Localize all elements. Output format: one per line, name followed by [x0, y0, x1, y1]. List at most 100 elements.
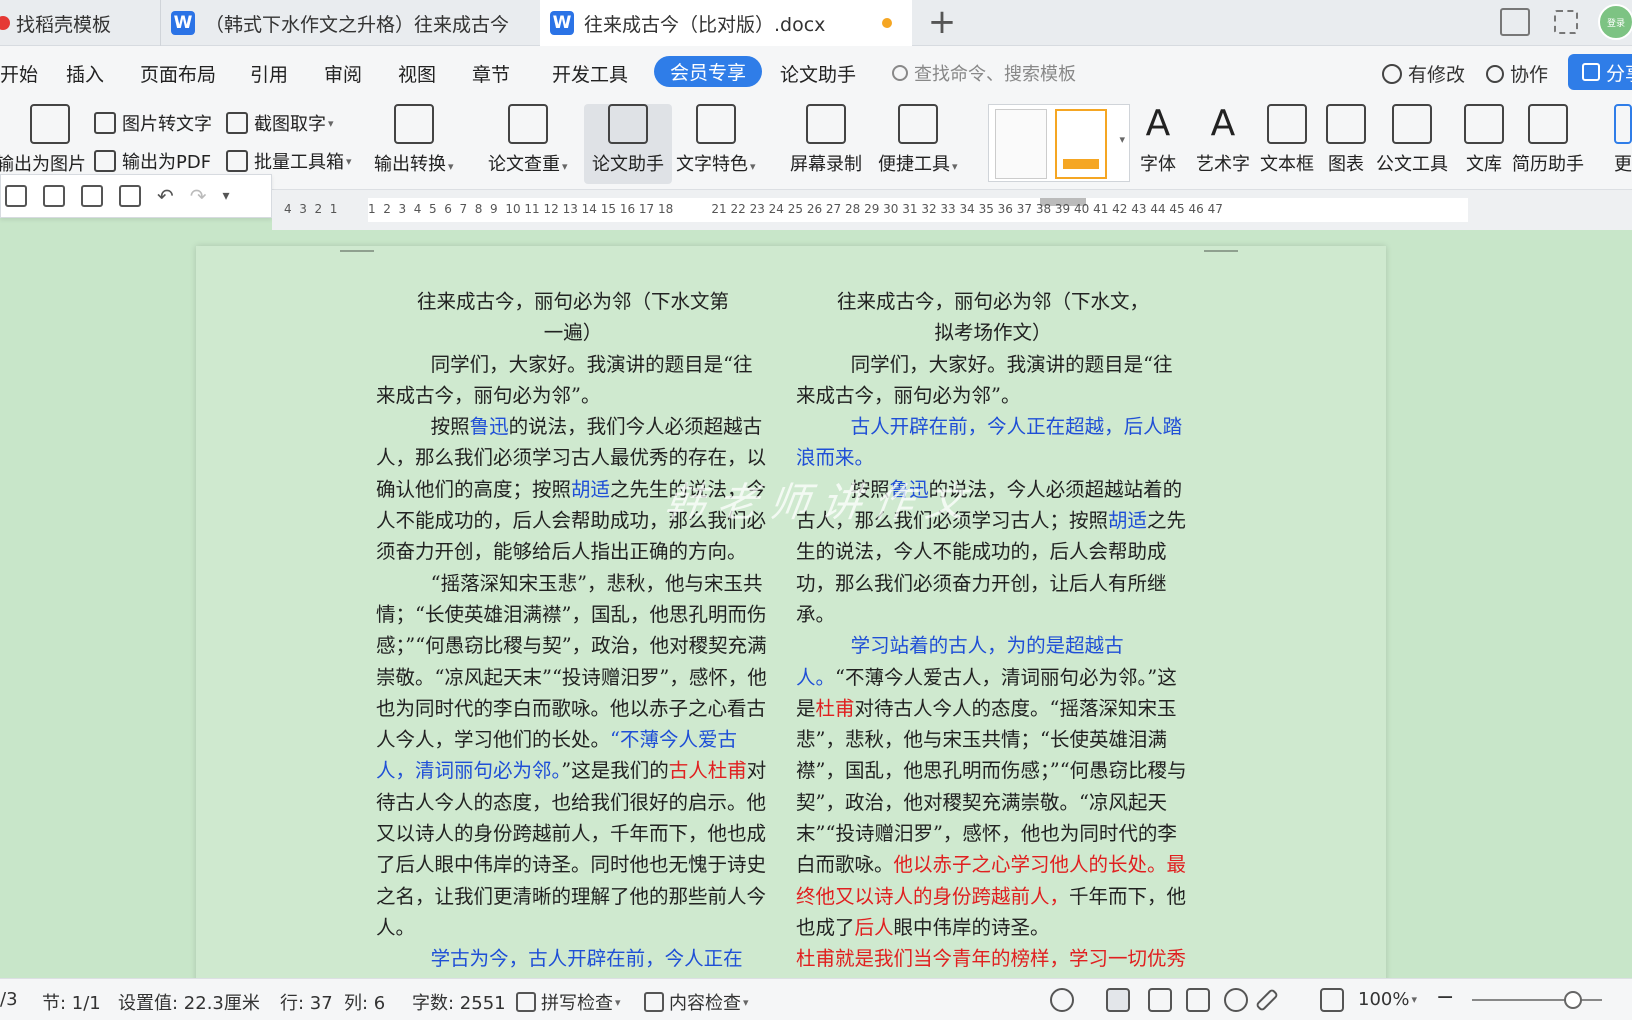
menu-view[interactable]: 视图: [398, 60, 436, 87]
undo-icon[interactable]: ↶: [157, 184, 174, 208]
left-column[interactable]: 往来成古今，丽句必为邻（下水文第 一遍） 同学们，大家好。我演讲的题目是“往来成古…: [376, 286, 770, 975]
toolbox-icon: [226, 150, 248, 172]
chart-button[interactable]: 图表: [1326, 104, 1366, 176]
reading-view-icon[interactable]: [1186, 988, 1210, 1012]
export-image-button[interactable]: 输出为图片: [0, 104, 86, 176]
outline-view-icon[interactable]: [1148, 988, 1172, 1012]
zoom-level[interactable]: 100% ▾: [1358, 989, 1417, 1010]
highlight-dufu: 古人杜甫: [668, 759, 747, 783]
quick-tools-button[interactable]: 便捷工具 ▾: [878, 104, 958, 176]
tab-document-active[interactable]: W 往来成古今（比对版）.docx: [540, 0, 912, 46]
menu-developer[interactable]: 开发工具: [552, 60, 628, 87]
right-paragraph: 古人开辟在前，今人正在超越，后人踏浪而来。: [796, 415, 1183, 470]
tab-label: 往来成古今（比对版）.docx: [584, 13, 826, 36]
chevron-down-icon: ▾: [615, 995, 621, 1009]
paper-check-label: 论文查重: [488, 154, 560, 175]
menu-chapter[interactable]: 章节: [472, 60, 510, 87]
command-search[interactable]: 查找命令、搜索模板: [892, 60, 1076, 86]
tab-label: 找稻壳模板: [16, 13, 112, 36]
tab-document-1[interactable]: W （韩式下水作文之升格）往来成古今: [160, 0, 538, 46]
menu-page-layout[interactable]: 页面布局: [140, 60, 216, 87]
search-icon: [892, 65, 908, 81]
batch-tools-button[interactable]: 批量工具箱 ▾: [226, 148, 352, 174]
menu-review[interactable]: 审阅: [324, 60, 362, 87]
right-column[interactable]: 往来成古今，丽句必为邻（下水文， 拟考场作文） 同学们，大家好。我演讲的题目是“往…: [796, 286, 1190, 1006]
resume-button[interactable]: 简历助手: [1512, 104, 1584, 176]
menu-insert[interactable]: 插入: [66, 60, 104, 87]
highlight-dufu: 杜甫: [815, 696, 855, 720]
right-title-line2: 拟考场作文）: [934, 321, 1052, 345]
avatar[interactable]: 登录: [1598, 4, 1632, 40]
highlight-later: 后人: [854, 915, 894, 939]
menu-paper-assistant[interactable]: 论文助手: [780, 60, 856, 87]
chevron-down-icon[interactable]: ▾: [223, 188, 230, 204]
zoom-slider-handle[interactable]: [1564, 991, 1582, 1009]
pen-icon[interactable]: [1254, 987, 1280, 1013]
paper-assistant-button[interactable]: 论文助手: [584, 104, 672, 184]
fit-page-icon[interactable]: [1320, 988, 1344, 1012]
tab-templates[interactable]: 找稻壳模板: [0, 0, 158, 46]
export-icon[interactable]: [43, 185, 65, 207]
menu-references[interactable]: 引用: [250, 60, 288, 87]
chevron-down-icon: ▾: [346, 154, 352, 168]
resume-label: 简历助手: [1512, 154, 1584, 175]
print-preview-icon[interactable]: [119, 185, 141, 207]
menu-bar: 开始 插入 页面布局 引用 审阅 视图 章节 开发工具 会员专享 论文助手 查找…: [0, 46, 1632, 100]
library-button[interactable]: 文库: [1464, 104, 1504, 176]
ruler-numbers: 4 3 2 1 1 2 3 4 5 6 7 8 9 10 11 12 13 14…: [284, 202, 1223, 216]
menu-member[interactable]: 会员专享: [654, 56, 763, 87]
chevron-down-icon[interactable]: ▾: [1119, 133, 1125, 146]
section-indicator: 节: 1/1: [42, 993, 101, 1014]
save-icon[interactable]: [5, 185, 27, 207]
art-text-button[interactable]: A 艺术字: [1196, 104, 1250, 176]
screen-record-button[interactable]: 屏幕录制: [790, 104, 862, 176]
template-thumbnail[interactable]: [995, 109, 1047, 179]
zoom-out-button[interactable]: −: [1436, 985, 1454, 1010]
menu-home[interactable]: 开始: [0, 60, 38, 87]
page-view-icon[interactable]: [1106, 988, 1130, 1012]
official-tools-button[interactable]: 公文工具: [1376, 104, 1448, 176]
zoom-slider[interactable]: [1472, 999, 1602, 1001]
text-box-button[interactable]: 文本框: [1260, 104, 1314, 176]
paper-check-button[interactable]: 论文查重 ▾: [488, 104, 568, 176]
more-icon: [1614, 104, 1632, 144]
collab-button[interactable]: 协作: [1486, 60, 1548, 87]
document-area[interactable]: 往来成古今，丽句必为邻（下水文第 一遍） 同学们，大家好。我演讲的题目是“往来成古…: [0, 230, 1632, 1006]
spellcheck-label: 拼写检查: [541, 993, 613, 1014]
has-changes-button[interactable]: 有修改: [1382, 60, 1465, 87]
refresh-icon: [1382, 63, 1402, 84]
font-button[interactable]: A 字体: [1138, 104, 1178, 176]
content-check-button[interactable]: 内容检查 ▾: [644, 989, 749, 1015]
export-convert-button[interactable]: 输出转换 ▾: [374, 104, 454, 176]
export-pdf-button[interactable]: 输出为PDF: [94, 148, 211, 174]
template-gallery[interactable]: ▾: [988, 104, 1130, 182]
web-view-icon[interactable]: [1224, 988, 1248, 1012]
zoom-label: 100%: [1358, 989, 1410, 1010]
batch-tools-label: 批量工具箱: [254, 152, 344, 173]
new-tab-button[interactable]: +: [924, 4, 960, 40]
img-to-text-button[interactable]: 图片转文字: [94, 110, 212, 136]
text-feature-button[interactable]: 文字特色 ▾: [676, 104, 756, 176]
window-layout-icon[interactable]: [1500, 8, 1530, 36]
left-title-line1: 往来成古今，丽句必为邻（下水文第: [416, 290, 729, 313]
quick-tools-label: 便捷工具: [878, 154, 950, 175]
word-count[interactable]: 字数: 2551: [412, 989, 506, 1015]
page-indicator[interactable]: /3: [0, 989, 18, 1010]
spellcheck-button[interactable]: 拼写检查 ▾: [516, 989, 621, 1015]
template-thumbnail-selected[interactable]: [1055, 109, 1107, 179]
grid-apps-icon[interactable]: [1554, 10, 1578, 34]
document-edit-icon: [608, 104, 648, 144]
left-paragraph: 按照鲁迅的说法，我们今人必须超越古人，那么我们必须学习古人最优秀的存在，以确认他…: [376, 415, 767, 564]
horizontal-ruler[interactable]: 4 3 2 1 1 2 3 4 5 6 7 8 9 10 11 12 13 14…: [272, 190, 1632, 230]
redo-icon[interactable]: ↷: [190, 184, 207, 208]
eye-protection-icon[interactable]: [1050, 988, 1074, 1012]
content-check-label: 内容检查: [669, 993, 741, 1014]
name-luxun: 鲁迅: [469, 415, 509, 439]
print-icon[interactable]: [81, 185, 103, 207]
page[interactable]: 往来成古今，丽句必为邻（下水文第 一遍） 同学们，大家好。我演讲的题目是“往来成古…: [196, 246, 1386, 1006]
share-button[interactable]: 分享: [1568, 54, 1632, 90]
tools-icon: [897, 104, 938, 144]
more-button[interactable]: 更: [1614, 104, 1632, 176]
screenshot-text-button[interactable]: 截图取字 ▾: [226, 110, 334, 136]
check-icon: [516, 992, 536, 1012]
